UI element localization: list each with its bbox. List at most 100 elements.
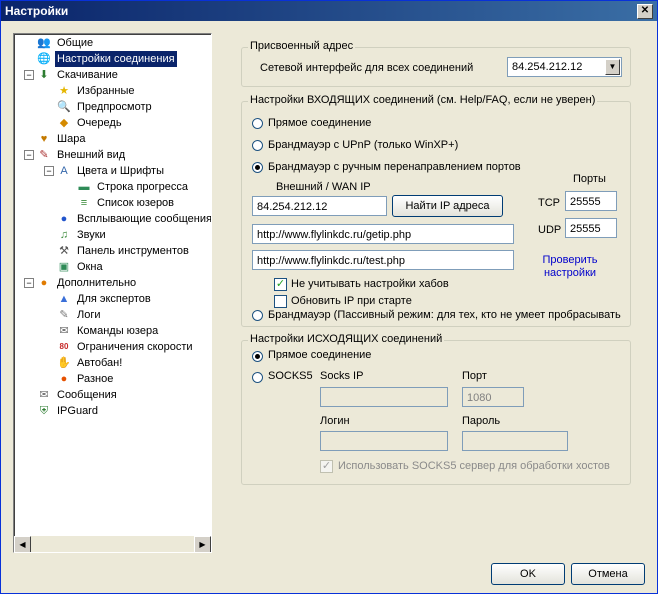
expander-minus-icon[interactable]: − (44, 166, 54, 176)
tree-item-15[interactable]: ▣ Окна (14, 259, 209, 275)
tree-item-17[interactable]: ▲ Для экспертов (14, 291, 209, 307)
chevron-down-icon[interactable]: ▼ (605, 59, 620, 75)
update-ip-on-start-label: Обновить IP при старте (291, 295, 412, 307)
tree-item-label: Панель инструментов (77, 245, 189, 257)
password-input[interactable] (462, 431, 568, 451)
tree-item-12[interactable]: ● Всплывающие сообщения (14, 211, 211, 227)
port-label: Порт (462, 370, 487, 382)
radio-manual-port-forward[interactable] (252, 162, 263, 173)
scroll-left-button[interactable]: ◀ (14, 536, 31, 552)
radio-socks5[interactable] (252, 372, 263, 383)
tree-item-20[interactable]: 80 Ограничения скорости (14, 339, 209, 355)
upnp-label: Брандмауэр с UPnP (только WinXP+) (268, 139, 459, 151)
wan-ip-input[interactable]: 84.254.212.12 (252, 196, 387, 216)
tree-item-21[interactable]: ✋ Автобан! (14, 355, 209, 371)
settings-window: Настройки ✕ ⛨ IPGuard ✉ Сообщения ● Разное ✋ Ав… (0, 0, 658, 594)
tree-item-label: Шара (57, 133, 86, 145)
ok-button[interactable]: OK (491, 563, 565, 585)
direct-outgoing-label: Прямое соединение (268, 349, 372, 361)
fonts-icon: A (60, 165, 68, 177)
popup-icon: ● (60, 213, 68, 225)
tcp-port-input[interactable]: 25555 (565, 191, 617, 211)
tree-item-1[interactable]: 👥 Общие (14, 35, 209, 51)
tree-item-5[interactable]: 🔍 Предпросмотр (14, 99, 209, 115)
tree-item-4[interactable]: ★ Избранные (14, 83, 209, 99)
tree-item-8[interactable]: − ✎ Внешний вид (14, 147, 209, 163)
tree-item-11[interactable]: ≡ Список юзеров (14, 195, 209, 211)
tree-item-23[interactable]: ✉ Сообщения (14, 387, 209, 403)
update-ip-on-start-checkbox[interactable] (274, 295, 287, 308)
misc-icon: ● (60, 373, 68, 385)
network-interface-value: 84.254.212.12 (512, 61, 583, 73)
radio-passive-mode[interactable] (252, 310, 263, 321)
tree-item-label: Дополнительно (57, 277, 137, 289)
cancel-button[interactable]: Отмена (571, 563, 645, 585)
socks-port-input[interactable]: 1080 (462, 387, 524, 407)
outgoing-settings-title: Настройки ИСХОДЯЩИХ соединений (248, 333, 445, 345)
toolbar-icon: ⚒ (59, 245, 69, 257)
radio-direct-outgoing[interactable] (252, 351, 263, 362)
share-icon: ♥ (40, 133, 48, 145)
check-settings-link[interactable]: Проверить настройки (530, 254, 610, 280)
scroll-right-button[interactable]: ▶ (194, 536, 211, 552)
socks-ip-label: Socks IP (320, 370, 364, 382)
tree-item-10[interactable]: ▬ Строка прогресса (14, 179, 209, 195)
network-interface-select[interactable]: 84.254.212.12 ▼ (507, 57, 622, 77)
tree-item-9[interactable]: − A Цвета и Шрифты (14, 163, 209, 179)
use-socks-for-hosts-label: Использовать SOCKS5 сервер для обработки… (338, 460, 610, 472)
tree-item-label: Автобан! (77, 357, 123, 369)
download-icon: ⬇ (39, 69, 49, 81)
tree-item-13[interactable]: ♫ Звуки (14, 227, 209, 243)
tree-item-19[interactable]: ✉ Команды юзера (14, 323, 209, 339)
expander-minus-icon[interactable]: − (24, 150, 34, 160)
find-ip-button[interactable]: Найти IP адреса (392, 195, 503, 217)
radio-upnp[interactable] (252, 140, 263, 151)
password-label: Пароль (462, 415, 501, 427)
title-bar[interactable]: Настройки ✕ (1, 1, 657, 21)
tree-item-3[interactable]: − ⬇ Скачивание (14, 67, 209, 83)
tree-item-6[interactable]: ◆ Очередь (14, 115, 209, 131)
tree-item-label: Настройки соединения (55, 51, 177, 67)
settings-tree[interactable]: ⛨ IPGuard ✉ Сообщения ● Разное ✋ Автобан! 80 Огра… (13, 33, 212, 553)
tree-item-label: Общие (57, 37, 94, 49)
ignore-hub-settings-checkbox[interactable]: ✓ (274, 278, 287, 291)
radio-direct-incoming[interactable] (252, 118, 263, 129)
expert-icon: ▲ (58, 293, 70, 305)
expander-minus-icon[interactable]: − (24, 70, 34, 80)
progress-icon: ▬ (78, 181, 90, 193)
tree-item-14[interactable]: ⚒ Панель инструментов (14, 243, 209, 259)
autoban-icon: ✋ (57, 357, 71, 369)
tree-item-24[interactable]: ⛨ IPGuard (14, 403, 209, 419)
connection-icon: 🌐 (37, 53, 51, 65)
tcp-label: TCP (538, 197, 560, 209)
tree-item-22[interactable]: ● Разное (14, 371, 209, 387)
wan-ip-label: Внешний / WAN IP (276, 181, 371, 193)
assigned-address-title: Присвоенный адрес (248, 40, 356, 52)
expander-minus-icon[interactable]: − (24, 278, 34, 288)
preview-icon: 🔍 (57, 101, 71, 113)
tree-item-label: Предпросмотр (77, 101, 152, 113)
tree-horizontal-scrollbar[interactable]: ◀ ▶ (14, 536, 211, 552)
userlist-icon: ≡ (80, 197, 88, 209)
test-url-input[interactable]: http://www.flylinkdc.ru/test.php (252, 250, 514, 270)
messages-icon: ✉ (39, 389, 49, 401)
login-label: Логин (320, 415, 350, 427)
tree-item-16[interactable]: − ● Дополнительно (14, 275, 209, 291)
getip-url-input[interactable]: http://www.flylinkdc.ru/getip.php (252, 224, 514, 244)
queue-icon: ◆ (59, 117, 69, 129)
tree-item-18[interactable]: ✎ Логи (14, 307, 209, 323)
login-input[interactable] (320, 431, 448, 451)
tree-item-2[interactable]: 🌐 Настройки соединения (14, 51, 209, 67)
socks5-label: SOCKS5 (268, 370, 313, 382)
use-socks-for-hosts-checkbox[interactable]: ✓ (320, 460, 333, 473)
incoming-settings-title: Настройки ВХОДЯЩИХ соединений (см. Help/… (248, 94, 598, 106)
udp-port-input[interactable]: 25555 (565, 218, 617, 238)
tree-item-label: Цвета и Шрифты (77, 165, 164, 177)
socks-ip-input[interactable] (320, 387, 448, 407)
close-button[interactable]: ✕ (637, 4, 653, 19)
appearance-icon: ✎ (39, 149, 49, 161)
star-icon: ★ (59, 85, 69, 97)
tree-item-label: Для экспертов (77, 293, 151, 305)
windows-icon: ▣ (58, 261, 70, 273)
tree-item-7[interactable]: ♥ Шара (14, 131, 209, 147)
